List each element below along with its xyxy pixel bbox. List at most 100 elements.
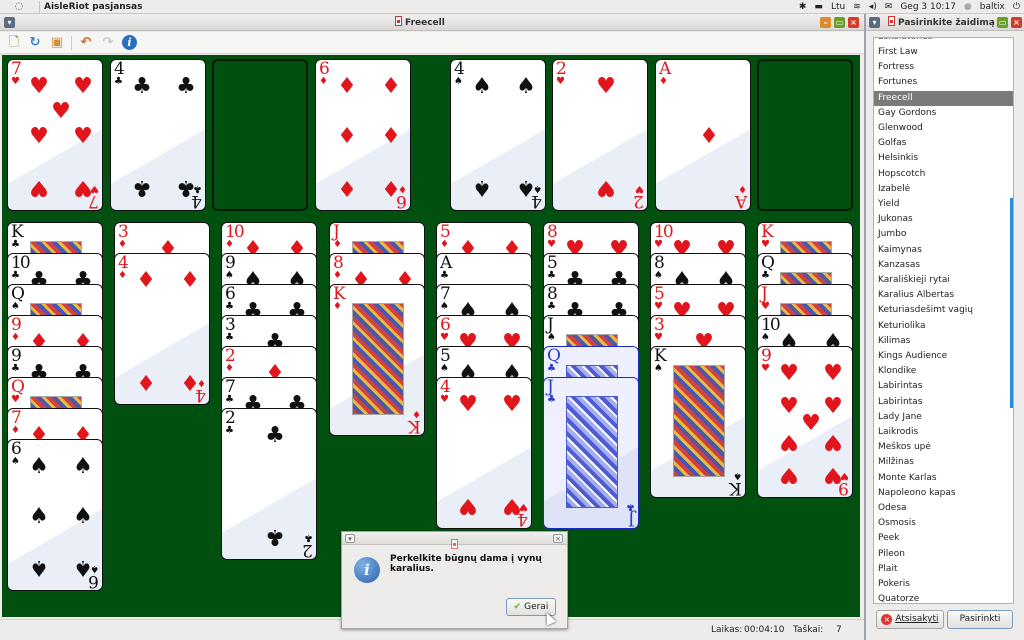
time-label: Laikas: [711, 625, 743, 635]
game-list-item[interactable]: Golfas [874, 136, 1013, 151]
game-list-item[interactable]: Fortress [874, 60, 1013, 75]
game-list-item[interactable]: Karalius Albertas [874, 288, 1013, 303]
tableau-card[interactable]: 4 ♦ 4 ♦ ♦ ♦ ♦ ♦ [114, 253, 210, 405]
minimize-button[interactable]: – [820, 17, 831, 28]
list-scrollbar[interactable] [1010, 198, 1013, 408]
redo-icon[interactable]: ↷ [100, 35, 116, 51]
game-list-item[interactable]: Gay Gordons [874, 106, 1013, 121]
ubuntu-logo-icon[interactable]: ◌ [12, 1, 26, 13]
select-game-icon[interactable]: ▣ [49, 35, 65, 51]
tableau-card[interactable]: J ♣ J ♣ [543, 377, 639, 529]
game-list-item[interactable]: Yield [874, 197, 1013, 212]
volume-icon[interactable]: ◂) [869, 1, 877, 13]
aisleriot-icon [888, 16, 895, 26]
card-pip-icon: ♥ [502, 392, 522, 417]
undo-icon[interactable]: ↶ [78, 35, 94, 51]
game-list-item[interactable]: First Law [874, 45, 1013, 60]
help-info-icon[interactable]: i [122, 35, 137, 50]
hint-dialog: ▾ × i Perkelkite būgnų dama į vynų karal… [341, 531, 568, 629]
game-list-item[interactable]: Peek [874, 531, 1013, 546]
game-list-item[interactable]: Laikrodis [874, 425, 1013, 440]
restart-icon[interactable]: ↻ [27, 35, 43, 51]
freecell-card[interactable]: 4 ♣ 4 ♣ ♣ ♣ ♣ ♣ [110, 59, 206, 211]
game-list-item[interactable]: Kings Audience [874, 349, 1013, 364]
hint-dialog-menu-button[interactable]: ▾ [345, 534, 355, 543]
window-menu-button[interactable]: ▾ [4, 17, 15, 28]
game-list-item[interactable]: Glenwood [874, 121, 1013, 136]
tableau-card[interactable]: 2 ♣ 2 ♣ ♣ ♣ [221, 408, 317, 560]
game-list-item[interactable]: Klondike [874, 364, 1013, 379]
game-list-item[interactable]: Hopscotch [874, 167, 1013, 182]
game-list-item[interactable]: Lady Jane [874, 410, 1013, 425]
bluetooth-icon[interactable]: ✱ [799, 1, 807, 13]
game-list-item[interactable]: Fortunes [874, 75, 1013, 90]
foundation-card[interactable]: 4 ♠ 4 ♠ ♠ ♠ ♠ ♠ [450, 59, 546, 211]
hint-dialog-close-button[interactable]: × [553, 534, 563, 543]
dialog-close-button[interactable]: × [1011, 17, 1022, 28]
game-list-item[interactable]: Jumbo [874, 227, 1013, 242]
game-list-item[interactable]: Plait [874, 562, 1013, 577]
game-list-item[interactable]: Napoleono kapas [874, 486, 1013, 501]
dialog-menu-button[interactable]: ▾ [869, 17, 880, 28]
tableau-card[interactable]: K ♦ K ♦ [329, 284, 425, 436]
game-list-item[interactable]: Quatorze [874, 592, 1013, 603]
dialog-titlebar[interactable]: ▾ Pasirinkite žaidimą ▭ × [866, 14, 1024, 31]
select-button[interactable]: Pasirinkti [947, 610, 1013, 629]
game-list-item[interactable]: Meškos upė [874, 440, 1013, 455]
hint-dialog-titlebar[interactable]: ▾ × [342, 532, 567, 549]
game-list[interactable]: Eskalatorius First Law Fortress Fortunes Fr… [873, 37, 1014, 604]
game-list-item[interactable]: Milžinas [874, 455, 1013, 470]
game-list-item-selected[interactable]: Freecell [874, 90, 1013, 106]
chat-icon[interactable]: ● [964, 1, 972, 13]
game-list-item[interactable]: Monte Karlas [874, 471, 1013, 486]
mail-icon[interactable]: ✉ [885, 1, 893, 13]
game-list-item[interactable]: Kilimas [874, 334, 1013, 349]
tableau-card[interactable]: 4 ♥ 4 ♥ ♥ ♥ ♥ ♥ [436, 377, 532, 529]
user-name[interactable]: baltix [980, 1, 1005, 13]
game-list-item[interactable]: Jukonas [874, 212, 1013, 227]
foundation-card[interactable]: A ♦ A ♦ ♦ [655, 59, 751, 211]
game-list-item[interactable]: Eskalatorius [874, 38, 1013, 45]
card-suit-icon: ♣ [11, 239, 20, 250]
empty-freecell[interactable] [212, 59, 308, 211]
game-list-item[interactable]: Pokeris [874, 577, 1013, 592]
tableau-card[interactable]: K ♠ K ♠ [650, 346, 746, 498]
network-icon[interactable]: ≋ [853, 1, 861, 13]
dialog-maximize-button[interactable]: ▭ [997, 17, 1008, 28]
maximize-button[interactable]: ▭ [834, 17, 845, 28]
clock[interactable]: Geg 3 10:17 [900, 1, 956, 13]
game-list-item[interactable]: Odesa [874, 501, 1013, 516]
card-pip-icon: ♦ [337, 175, 357, 200]
cancel-button[interactable]: × Atsisakyti [876, 610, 944, 629]
foundation-card[interactable]: 2 ♥ 2 ♥ ♥ ♥ [552, 59, 648, 211]
card-pip-icon: ♥ [596, 74, 616, 99]
game-list-item[interactable]: Pileon [874, 547, 1013, 562]
window-titlebar[interactable]: ▾ Freecell – ▭ × [0, 14, 864, 31]
game-list-item[interactable]: Izabelė [874, 182, 1013, 197]
card-pip-icon: ♠ [472, 74, 492, 99]
keyboard-layout[interactable]: Ltu [831, 1, 845, 13]
freecell-card[interactable]: 6 ♦ 6 ♦ ♦ ♦ ♦ ♦ ♦ ♦ [315, 59, 411, 211]
tableau-card[interactable]: 6 ♠ 6 ♠ ♠ ♠ ♠ ♠ ♠ ♠ [7, 439, 103, 591]
tableau-card[interactable]: 9 ♥ 9 ♥ ♥ ♥ ♥ ♥ ♥ ♥ ♥ ♥ ♥ [757, 346, 853, 498]
keyboard-icon[interactable]: ▬ [814, 1, 823, 13]
panel-divider [39, 1, 40, 13]
card-suit-icon: ♠ [454, 76, 463, 87]
new-game-icon[interactable]: 🗋 [6, 35, 22, 51]
freecell-card[interactable]: 7 ♥ 7 ♥ ♥ ♥ ♥ ♥ ♥ ♥ ♥ [7, 59, 103, 211]
game-list-item[interactable]: Kanzasas [874, 258, 1013, 273]
game-list-item[interactable]: Kaimynas [874, 243, 1013, 258]
empty-foundation[interactable] [757, 59, 853, 211]
game-list-item[interactable]: Keturiolika [874, 319, 1013, 334]
game-list-item[interactable]: Karališkieji rytai [874, 273, 1013, 288]
power-icon[interactable]: ⏻ [1013, 1, 1020, 13]
game-list-item[interactable]: Keturiasdešimt vagių [874, 303, 1013, 318]
game-list-item[interactable]: Labirintas [874, 395, 1013, 410]
card-pip-icon: ♠ [29, 555, 49, 580]
close-button[interactable]: × [848, 17, 859, 28]
game-list-item[interactable]: Osmosis [874, 516, 1013, 531]
game-list-item[interactable]: Helsinkis [874, 151, 1013, 166]
card-pip-icon: ♠ [73, 454, 93, 479]
game-list-item[interactable]: Labirintas [874, 379, 1013, 394]
app-menu-title[interactable]: AisleRiot pasjansas [44, 1, 142, 13]
